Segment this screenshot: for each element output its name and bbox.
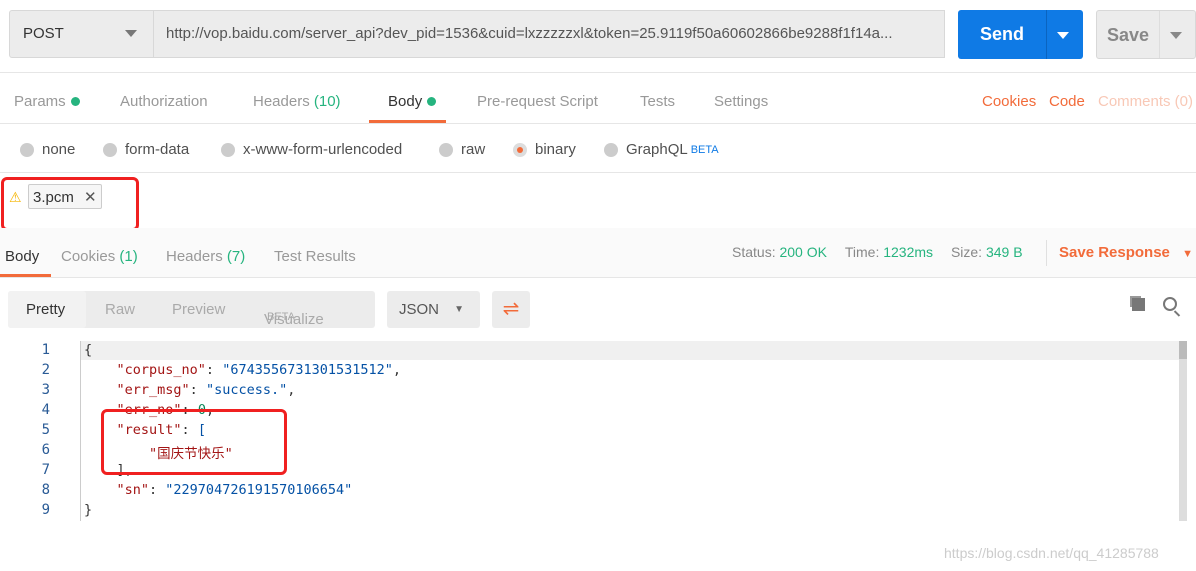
- radio-raw[interactable]: raw: [439, 141, 485, 158]
- method-select[interactable]: POST: [9, 10, 154, 58]
- active-tab-indicator: [0, 274, 51, 277]
- save-options-chevron-icon[interactable]: [1170, 32, 1182, 39]
- radio-graphql[interactable]: GraphQL BETA: [604, 141, 719, 158]
- code-link[interactable]: Code: [1049, 93, 1085, 110]
- radio-urlencoded[interactable]: x-www-form-urlencoded: [221, 141, 402, 158]
- response-meta: Status: 200 OK Time: 1232ms Size: 349 B: [732, 244, 1023, 260]
- watermark: https://blog.csdn.net/qq_41285788: [944, 545, 1159, 561]
- view-pretty[interactable]: Pretty: [26, 301, 65, 318]
- cookies-link[interactable]: Cookies: [982, 93, 1036, 110]
- view-preview[interactable]: Preview: [172, 301, 225, 318]
- format-select[interactable]: JSON ▼: [387, 291, 480, 328]
- save-label: Save: [1107, 25, 1150, 45]
- tab-authorization[interactable]: Authorization: [120, 93, 208, 110]
- tab-settings[interactable]: Settings: [714, 93, 768, 110]
- save-response-button[interactable]: Save Response ▼: [1059, 244, 1193, 261]
- tab-headers[interactable]: Headers (10): [253, 93, 341, 110]
- copy-icon[interactable]: [1132, 298, 1145, 311]
- wrap-lines-icon[interactable]: ⇌: [492, 291, 530, 328]
- highlight-box: [101, 409, 287, 475]
- save-button[interactable]: Save: [1096, 10, 1196, 59]
- file-name: 3.pcm: [33, 189, 74, 206]
- divider: [0, 72, 1196, 73]
- search-icon[interactable]: [1163, 297, 1177, 311]
- tab-prerequest[interactable]: Pre-request Script: [477, 93, 598, 110]
- radio-binary[interactable]: binary: [513, 141, 576, 158]
- url-input[interactable]: http://vop.baidu.com/server_api?dev_pid=…: [153, 10, 945, 58]
- editor-scrollbar[interactable]: [1179, 341, 1187, 521]
- send-label: Send: [980, 24, 1025, 44]
- view-mode-segment: Pretty Raw Preview Visualize BETA: [8, 291, 375, 328]
- radio-form-data[interactable]: form-data: [103, 141, 189, 158]
- method-value: POST: [23, 25, 64, 42]
- divider: [0, 123, 1196, 124]
- remove-file-icon[interactable]: ✕: [84, 189, 97, 206]
- view-raw[interactable]: Raw: [105, 301, 135, 318]
- res-tab-cookies[interactable]: Cookies (1): [61, 248, 138, 265]
- res-tab-test-results[interactable]: Test Results: [274, 248, 356, 265]
- radio-none[interactable]: none: [20, 141, 75, 158]
- send-button[interactable]: Send: [958, 10, 1083, 59]
- active-line-highlight: [80, 341, 1180, 360]
- comments-link[interactable]: Comments (0): [1098, 93, 1193, 110]
- chevron-down-icon: ▼: [454, 304, 464, 315]
- status-code: 200 OK: [779, 244, 827, 260]
- response-size: 349 B: [985, 244, 1023, 260]
- response-time: 1232ms: [883, 244, 934, 260]
- divider: [0, 172, 1196, 173]
- warning-icon: ⚠: [9, 189, 22, 205]
- chevron-down-icon: [125, 30, 137, 37]
- tab-body[interactable]: Body: [388, 93, 437, 110]
- res-tab-body[interactable]: Body: [5, 248, 39, 265]
- send-options-chevron-icon[interactable]: [1057, 32, 1069, 39]
- selected-file-chip: 3.pcm ✕: [28, 184, 102, 209]
- tab-tests[interactable]: Tests: [640, 93, 675, 110]
- search-icon-handle: [1173, 310, 1181, 317]
- divider: [1046, 240, 1047, 266]
- gutter-border: [80, 341, 81, 521]
- tab-params[interactable]: Params: [14, 93, 80, 110]
- res-tab-headers[interactable]: Headers (7): [166, 248, 245, 265]
